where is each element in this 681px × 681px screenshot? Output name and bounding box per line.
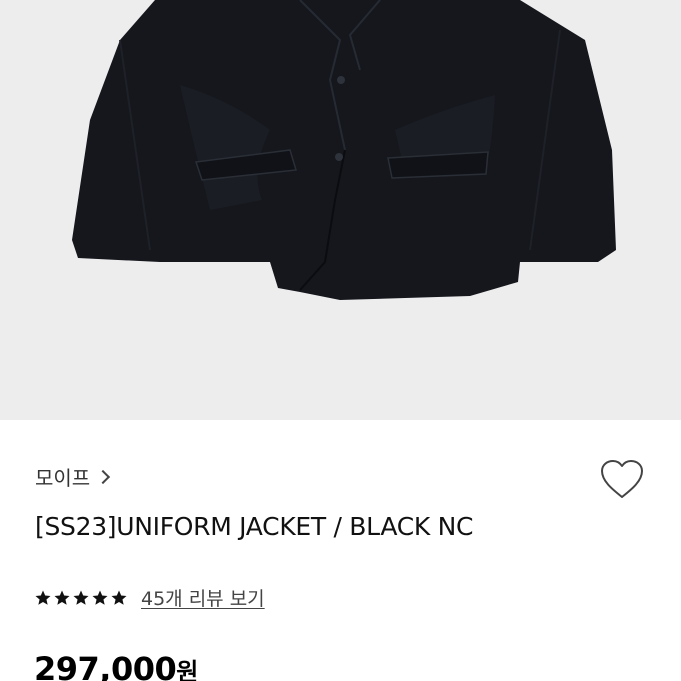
- price-amount: 297,000: [34, 650, 177, 681]
- product-price: 297,000원: [34, 650, 198, 681]
- rating-row: 45개 리뷰 보기: [34, 584, 265, 611]
- star-icon: [35, 590, 51, 605]
- star-icon: [92, 590, 108, 605]
- star-icon: [73, 590, 89, 605]
- star-icon: [54, 590, 70, 605]
- star-icon: [111, 590, 127, 605]
- chevron-right-icon: [96, 469, 111, 485]
- heart-icon[interactable]: [598, 457, 646, 501]
- product-image[interactable]: [0, 0, 681, 420]
- rating-stars: [34, 589, 128, 607]
- jacket-illustration: [72, 0, 616, 300]
- brand-link[interactable]: 모이프: [35, 462, 111, 491]
- product-detail-page: 모이프 [SS23]UNIFORM JACKET / BLACK NC 45개 …: [0, 0, 681, 681]
- price-unit: 원: [176, 658, 198, 681]
- review-link[interactable]: 45개 리뷰 보기: [141, 584, 265, 611]
- product-title: [SS23]UNIFORM JACKET / BLACK NC: [35, 512, 474, 541]
- brand-name: 모이프: [35, 466, 91, 490]
